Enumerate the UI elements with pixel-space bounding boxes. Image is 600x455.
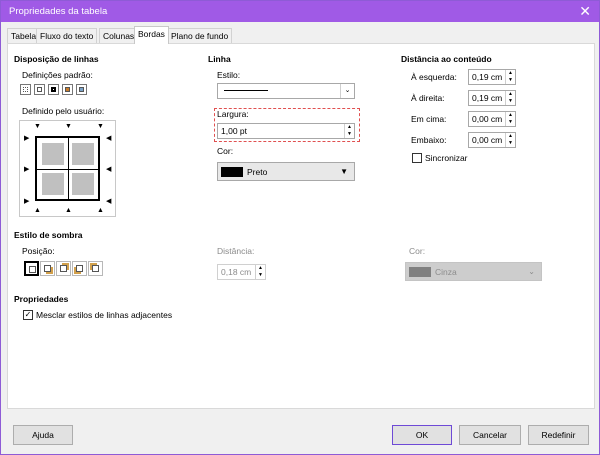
line-width-spinner-buttons[interactable]: ▲ ▼ [344, 124, 354, 138]
arrow-up-icon: ▲ [65, 207, 72, 214]
arrow-left-icon: ◀ [106, 198, 112, 205]
top-spacing-value: 0,00 cm [472, 114, 503, 124]
spin-down-icon[interactable]: ▼ [506, 119, 515, 126]
shadow-distance-value: 0,18 cm [221, 267, 252, 277]
dropdown-arrow-icon[interactable]: ▼ [340, 167, 348, 176]
spacing-heading: Distância ao conteúdo [401, 54, 492, 64]
cancel-button[interactable]: Cancelar [459, 425, 521, 445]
synchronize-checkbox[interactable] [412, 153, 422, 163]
shadow-color-label: Cor: [409, 246, 426, 256]
arrow-down-icon: ▼ [65, 123, 72, 130]
arrow-right-icon: ▶ [24, 198, 30, 205]
line-arrangement-heading: Disposição de linhas [14, 54, 99, 64]
line-style-select[interactable]: ⌄ [217, 83, 355, 99]
spin-down-icon[interactable]: ▼ [506, 77, 515, 84]
arrow-left-icon: ◀ [106, 166, 112, 173]
arrow-right-icon: ▶ [24, 166, 30, 173]
outer-border-only-icon[interactable] [76, 84, 87, 95]
chevron-down-icon[interactable]: ⌄ [340, 84, 354, 98]
border-preview-frame [35, 136, 100, 201]
arrow-right-icon: ▶ [24, 135, 30, 142]
shadow-heading: Estilo de sombra [14, 230, 83, 240]
window-title: Propriedades da tabela [9, 6, 108, 17]
shadow-top-left-icon[interactable] [88, 261, 103, 276]
outer-and-horizontal-icon[interactable] [48, 84, 59, 95]
help-button[interactable]: Ajuda [13, 425, 73, 445]
left-spacing-value: 0,19 cm [472, 72, 503, 82]
line-width-spinbox[interactable]: 1,00 pt ▲ ▼ [217, 123, 355, 139]
line-color-name: Preto [247, 167, 268, 177]
spin-up-icon[interactable]: ▲ [345, 124, 354, 131]
arrow-up-icon: ▲ [97, 207, 104, 214]
properties-heading: Propriedades [14, 294, 69, 304]
spin-down-icon[interactable]: ▼ [506, 140, 515, 147]
spin-up-icon[interactable]: ▲ [506, 133, 515, 140]
line-color-swatch [221, 167, 243, 177]
bottom-spacing-label: Embaixo: [411, 135, 447, 145]
user-defined-label: Definido pelo usuário: [22, 106, 105, 116]
shadow-color-name: Cinza [435, 267, 457, 277]
no-borders-icon[interactable] [20, 84, 31, 95]
preview-cell [72, 143, 94, 165]
right-spacing-label: À direita: [411, 93, 445, 103]
no-shadow-icon[interactable] [24, 261, 39, 276]
spin-down-icon[interactable]: ▼ [256, 272, 265, 279]
bottom-spacing-value: 0,00 cm [472, 135, 503, 145]
reset-button[interactable]: Redefinir [528, 425, 589, 445]
borders-panel: Disposição de linhas Definições padrão: … [7, 43, 595, 409]
line-style-preview [224, 90, 268, 91]
shadow-position-label: Posição: [22, 246, 55, 256]
merge-styles-checkbox[interactable]: ✓ [23, 310, 33, 320]
spin-down-icon[interactable]: ▼ [345, 131, 354, 138]
inner-horizontal-line [37, 169, 98, 170]
presets-label: Definições padrão: [22, 70, 93, 80]
tab-colunas[interactable]: Colunas [99, 28, 139, 43]
spin-up-icon[interactable]: ▲ [506, 70, 515, 77]
bottom-spacing-spinbox[interactable]: 0,00 cm ▲ ▼ [468, 132, 516, 148]
top-spacing-label: Em cima: [411, 114, 447, 124]
chevron-down-icon[interactable]: ⌄ [528, 267, 535, 276]
shadow-color-select[interactable]: Cinza ⌄ [405, 262, 542, 281]
spin-up-icon[interactable]: ▲ [256, 265, 265, 272]
tab-bordas[interactable]: Bordas [134, 26, 169, 44]
shadow-top-right-icon[interactable] [56, 261, 71, 276]
preview-cell [72, 173, 94, 195]
outer-border-icon[interactable] [34, 84, 45, 95]
line-color-label: Cor: [217, 146, 234, 156]
preview-cell [42, 173, 64, 195]
tab-fluxo-do-texto[interactable]: Fluxo do texto [36, 28, 98, 43]
right-spacing-spinbox[interactable]: 0,19 cm ▲ ▼ [468, 90, 516, 106]
user-defined-border-preview[interactable]: ▼ ▼ ▼ ▲ ▲ ▲ ▶ ▶ ▶ ◀ ◀ ◀ [19, 120, 116, 217]
table-properties-dialog: Propriedades da tabela ✕ Tabela Fluxo do… [0, 0, 600, 455]
arrow-left-icon: ◀ [106, 135, 112, 142]
arrow-down-icon: ▼ [97, 123, 104, 130]
title-bar: Propriedades da tabela ✕ [1, 1, 599, 22]
left-spacing-spinbox[interactable]: 0,19 cm ▲ ▼ [468, 69, 516, 85]
spin-down-icon[interactable]: ▼ [506, 98, 515, 105]
shadow-color-swatch [409, 267, 431, 277]
arrow-down-icon: ▼ [34, 123, 41, 130]
right-spacing-value: 0,19 cm [472, 93, 503, 103]
line-heading: Linha [208, 54, 231, 64]
spin-up-icon[interactable]: ▲ [506, 91, 515, 98]
shadow-bottom-right-icon[interactable] [40, 261, 55, 276]
shadow-distance-spinbox[interactable]: 0,18 cm ▲ ▼ [217, 264, 266, 280]
spin-up-icon[interactable]: ▲ [506, 112, 515, 119]
tab-plano-de-fundo[interactable]: Plano de fundo [167, 28, 233, 43]
left-spacing-label: À esquerda: [411, 72, 457, 82]
arrow-up-icon: ▲ [34, 207, 41, 214]
width-label: Largura: [217, 109, 249, 119]
line-color-select[interactable]: Preto ▼ [217, 162, 355, 181]
preview-cell [42, 143, 64, 165]
style-label: Estilo: [217, 70, 241, 80]
line-width-value: 1,00 pt [221, 126, 247, 136]
outer-and-all-inner-icon[interactable] [62, 84, 73, 95]
top-spacing-spinbox[interactable]: 0,00 cm ▲ ▼ [468, 111, 516, 127]
merge-styles-label: Mesclar estilos de linhas adjacentes [36, 310, 173, 320]
ok-button[interactable]: OK [392, 425, 452, 445]
shadow-distance-label: Distância: [217, 246, 255, 256]
synchronize-label: Sincronizar [425, 153, 468, 163]
shadow-bottom-left-icon[interactable] [72, 261, 87, 276]
close-icon[interactable]: ✕ [579, 3, 591, 19]
